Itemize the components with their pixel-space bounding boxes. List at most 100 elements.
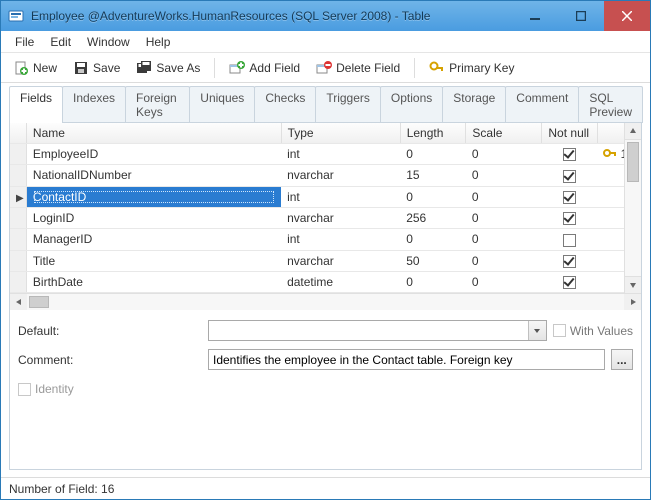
cell-name[interactable]: BirthDate: [26, 271, 281, 292]
cell-type[interactable]: nvarchar: [281, 165, 400, 186]
cell-not-null[interactable]: [542, 271, 597, 292]
menu-file[interactable]: File: [7, 33, 42, 51]
cell-length[interactable]: 0: [400, 144, 466, 165]
not-null-checkbox[interactable]: [563, 212, 576, 225]
tab-foreign-keys[interactable]: Foreign Keys: [125, 86, 190, 123]
table-row[interactable]: ▶ContactIDint00: [10, 186, 641, 207]
menu-bar: File Edit Window Help: [1, 31, 650, 53]
not-null-checkbox[interactable]: [563, 170, 576, 183]
save-as-button[interactable]: Save As: [130, 57, 206, 79]
col-length[interactable]: Length: [400, 123, 466, 144]
menu-edit[interactable]: Edit: [42, 33, 79, 51]
tab-indexes[interactable]: Indexes: [62, 86, 126, 123]
row-indicator: [10, 250, 26, 271]
not-null-checkbox[interactable]: [563, 191, 576, 204]
cell-length[interactable]: 0: [400, 186, 466, 207]
not-null-checkbox[interactable]: [563, 234, 576, 247]
cell-length[interactable]: 0: [400, 229, 466, 250]
cell-not-null[interactable]: [542, 250, 597, 271]
minimize-button[interactable]: [512, 1, 558, 31]
tab-comment[interactable]: Comment: [505, 86, 579, 123]
cell-type[interactable]: nvarchar: [281, 250, 400, 271]
table-row[interactable]: NationalIDNumbernvarchar150: [10, 165, 641, 186]
cell-type[interactable]: nvarchar: [281, 207, 400, 228]
cell-scale[interactable]: 0: [466, 250, 542, 271]
cell-scale[interactable]: 0: [466, 186, 542, 207]
row-indicator: ▶: [10, 186, 26, 207]
comment-browse-button[interactable]: ...: [611, 349, 633, 370]
col-scale[interactable]: Scale: [466, 123, 542, 144]
cell-type[interactable]: int: [281, 144, 400, 165]
table-row[interactable]: Titlenvarchar500: [10, 250, 641, 271]
cell-name[interactable]: EmployeeID: [26, 144, 281, 165]
cell-length[interactable]: 15: [400, 165, 466, 186]
menu-window[interactable]: Window: [79, 33, 138, 51]
scroll-down-icon[interactable]: [625, 276, 641, 293]
not-null-checkbox[interactable]: [563, 148, 576, 161]
title-bar: Employee @AdventureWorks.HumanResources …: [1, 1, 650, 31]
cell-name[interactable]: NationalIDNumber: [26, 165, 281, 186]
tab-checks[interactable]: Checks: [254, 86, 316, 123]
cell-scale[interactable]: 0: [466, 144, 542, 165]
tab-sql-preview[interactable]: SQL Preview: [578, 86, 643, 123]
col-not-null[interactable]: Not null: [542, 123, 597, 144]
close-button[interactable]: [604, 1, 650, 31]
table-row[interactable]: ManagerIDint00: [10, 229, 641, 250]
cell-not-null[interactable]: [542, 165, 597, 186]
cell-not-null[interactable]: [542, 144, 597, 165]
cell-scale[interactable]: 0: [466, 271, 542, 292]
table-row[interactable]: EmployeeIDint00 1: [10, 144, 641, 165]
col-name[interactable]: Name: [26, 123, 281, 144]
delete-field-button[interactable]: Delete Field: [310, 57, 406, 79]
cell-name[interactable]: ManagerID: [26, 229, 281, 250]
cell-length[interactable]: 50: [400, 250, 466, 271]
primary-key-button[interactable]: Primary Key: [423, 57, 520, 79]
default-input[interactable]: [208, 320, 547, 341]
scroll-thumb[interactable]: [627, 142, 639, 182]
tab-fields[interactable]: Fields: [9, 86, 63, 123]
comment-input[interactable]: [208, 349, 605, 370]
hscroll-thumb[interactable]: [29, 296, 49, 308]
cell-type[interactable]: int: [281, 229, 400, 250]
fields-grid[interactable]: Name Type Length Scale Not null Employee…: [10, 123, 641, 293]
vertical-scrollbar[interactable]: [624, 123, 641, 293]
cell-type[interactable]: int: [281, 186, 400, 207]
table-row[interactable]: BirthDatedatetime00: [10, 271, 641, 292]
add-field-button[interactable]: Add Field: [223, 57, 306, 79]
default-combo[interactable]: [208, 320, 547, 341]
cell-scale[interactable]: 0: [466, 165, 542, 186]
maximize-button[interactable]: [558, 1, 604, 31]
cell-not-null[interactable]: [542, 207, 597, 228]
save-icon: [73, 60, 89, 76]
row-indicator: [10, 144, 26, 165]
cell-scale[interactable]: 0: [466, 229, 542, 250]
horizontal-scrollbar[interactable]: [10, 293, 641, 310]
table-row[interactable]: LoginIDnvarchar2560: [10, 207, 641, 228]
scroll-right-icon[interactable]: [624, 294, 641, 310]
save-as-label: Save As: [156, 61, 200, 75]
cell-scale[interactable]: 0: [466, 207, 542, 228]
chevron-down-icon[interactable]: [528, 321, 546, 340]
scroll-left-icon[interactable]: [10, 294, 27, 310]
not-null-checkbox[interactable]: [563, 276, 576, 289]
cell-length[interactable]: 256: [400, 207, 466, 228]
tab-storage[interactable]: Storage: [442, 86, 506, 123]
scroll-up-icon[interactable]: [625, 123, 641, 140]
tab-triggers[interactable]: Triggers: [315, 86, 381, 123]
new-button[interactable]: New: [7, 57, 63, 79]
field-properties-form: Default: With Values Comment: ... Identi…: [10, 310, 641, 469]
cell-length[interactable]: 0: [400, 271, 466, 292]
tab-options[interactable]: Options: [380, 86, 443, 123]
cell-name[interactable]: Title: [26, 250, 281, 271]
not-null-checkbox[interactable]: [563, 255, 576, 268]
cell-type[interactable]: datetime: [281, 271, 400, 292]
cell-not-null[interactable]: [542, 229, 597, 250]
cell-name[interactable]: LoginID: [26, 207, 281, 228]
menu-help[interactable]: Help: [138, 33, 179, 51]
cell-name[interactable]: ContactID: [26, 186, 281, 207]
col-type[interactable]: Type: [281, 123, 400, 144]
save-button[interactable]: Save: [67, 57, 126, 79]
cell-not-null[interactable]: [542, 186, 597, 207]
window-controls: [512, 1, 650, 31]
tab-uniques[interactable]: Uniques: [189, 86, 255, 123]
